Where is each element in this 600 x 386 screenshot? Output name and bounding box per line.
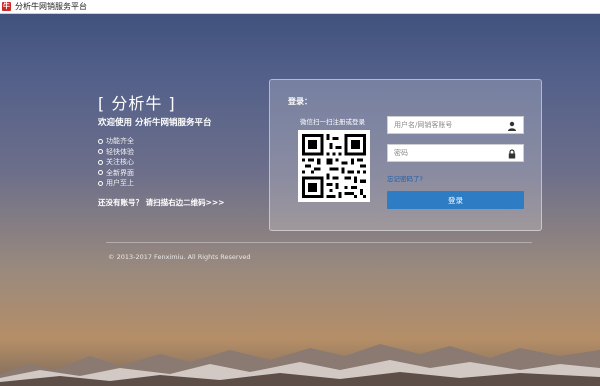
feature-label: 功能齐全	[106, 137, 134, 145]
brand-logo-text: [ 分析牛 ]	[98, 94, 176, 113]
bullet-icon	[98, 159, 103, 165]
qr-hint: 微信扫一扫注册或登录	[300, 118, 365, 126]
bullet-icon	[98, 170, 103, 176]
welcome-text: 欢迎使用 分析牛网销服务平台	[98, 118, 212, 128]
feature-label: 关注核心	[106, 158, 134, 166]
copyright-text: © 2013-2017 Fenximiu. All Rights Reserve…	[108, 253, 251, 261]
feature-label: 轻快体验	[106, 147, 134, 156]
footer-divider	[106, 242, 532, 243]
login-title: 登录：	[288, 97, 312, 106]
bullet-icon	[98, 138, 103, 144]
feature-label: 全新界面	[106, 168, 134, 177]
browser-titlebar: 牛 分析牛网销服务平台	[0, 0, 600, 14]
mountain-background	[0, 344, 600, 386]
feature-item: 用户至上	[98, 178, 134, 189]
feature-label: 用户至上	[106, 179, 134, 187]
password-input[interactable]	[388, 149, 506, 157]
bullet-icon	[98, 180, 103, 186]
qr-code-icon	[302, 134, 366, 198]
username-input[interactable]	[388, 121, 506, 129]
feature-item: 功能齐全	[98, 136, 134, 147]
forgot-password-link[interactable]: 忘记密码了?	[387, 173, 423, 183]
login-panel: 登录： 微信扫一扫注册或登录 用户名/网销客账号 忘记密码了? 登录	[269, 79, 542, 231]
feature-item: 关注核心	[98, 157, 134, 168]
password-field[interactable]	[387, 144, 524, 162]
qr-code	[298, 130, 370, 202]
feature-item: 全新界面	[98, 168, 134, 179]
user-icon	[508, 121, 516, 131]
feature-item: 轻快体验	[98, 147, 134, 158]
bullet-icon	[98, 149, 103, 155]
window-title: 分析牛网销服务平台	[15, 2, 87, 11]
no-account-prompt: 还没有账号？ 请扫描右边二维码>>>	[98, 198, 225, 207]
username-field[interactable]	[387, 116, 524, 134]
feature-list: 功能齐全 轻快体验 关注核心 全新界面 用户至上	[98, 136, 134, 189]
lock-icon	[508, 149, 516, 159]
fenximiu-logo-icon: 牛	[2, 2, 11, 11]
login-button[interactable]: 登录	[387, 191, 524, 209]
